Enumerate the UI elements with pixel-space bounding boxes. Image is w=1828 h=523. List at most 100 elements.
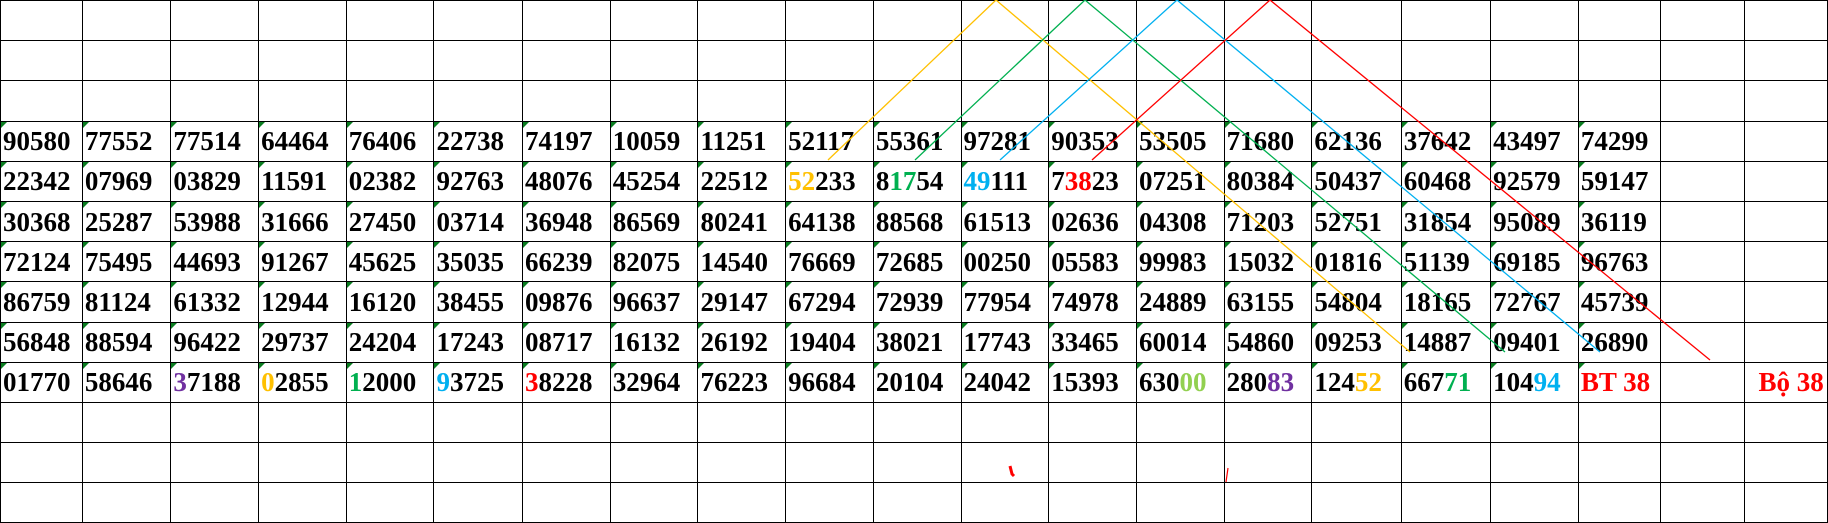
sheet-cell[interactable]: [609, 0, 699, 42]
sheet-cell[interactable]: [1743, 401, 1828, 444]
sheet-cell[interactable]: 31666: [258, 200, 347, 243]
sheet-cell[interactable]: 37642: [1400, 120, 1492, 162]
sheet-cell[interactable]: 16132: [609, 321, 699, 363]
sheet-cell[interactable]: [522, 401, 611, 444]
sheet-cell[interactable]: 44693: [170, 241, 260, 283]
sheet-cell[interactable]: [81, 0, 172, 42]
sheet-cell[interactable]: [1490, 0, 1579, 42]
sheet-cell[interactable]: 04308: [1135, 200, 1225, 243]
sheet-cell[interactable]: [522, 442, 611, 484]
sheet-cell[interactable]: 33465: [1048, 321, 1137, 363]
sheet-cell[interactable]: [697, 80, 787, 122]
sheet-cell[interactable]: 00250: [960, 241, 1050, 283]
sheet-cell[interactable]: [1135, 0, 1225, 42]
sheet-cell[interactable]: [960, 40, 1050, 82]
sheet-cell[interactable]: 61513: [960, 200, 1050, 243]
sheet-cell[interactable]: [1659, 241, 1745, 283]
sheet-cell[interactable]: [1577, 442, 1661, 484]
sheet-cell[interactable]: 72124: [0, 241, 83, 283]
sheet-cell[interactable]: [960, 442, 1050, 484]
sheet-cell[interactable]: 52117: [785, 120, 874, 162]
sheet-cell[interactable]: Bộ 38: [1743, 361, 1828, 403]
sheet-cell[interactable]: 26192: [697, 321, 787, 363]
sheet-cell[interactable]: [81, 442, 172, 484]
sheet-cell[interactable]: [872, 401, 962, 444]
sheet-cell[interactable]: BT 38: [1577, 361, 1661, 403]
sheet-cell[interactable]: 54860: [1223, 321, 1313, 363]
sheet-cell[interactable]: [1659, 0, 1745, 42]
sheet-cell[interactable]: 02382: [345, 160, 435, 202]
sheet-cell[interactable]: [1659, 120, 1745, 162]
sheet-cell[interactable]: [609, 401, 699, 444]
sheet-cell[interactable]: 24889: [1135, 281, 1225, 323]
sheet-cell[interactable]: 01770: [0, 361, 83, 403]
sheet-cell[interactable]: 28083: [1223, 361, 1313, 403]
sheet-cell[interactable]: [697, 0, 787, 42]
sheet-cell[interactable]: 92579: [1490, 160, 1579, 202]
sheet-cell[interactable]: 58646: [81, 361, 172, 403]
sheet-cell[interactable]: [0, 40, 83, 82]
sheet-cell[interactable]: 22342: [0, 160, 83, 202]
sheet-cell[interactable]: 71680: [1223, 120, 1313, 162]
sheet-cell[interactable]: [1311, 80, 1402, 122]
sheet-cell[interactable]: 88568: [872, 200, 962, 243]
sheet-cell[interactable]: [1048, 442, 1137, 484]
sheet-cell[interactable]: [1400, 40, 1492, 82]
sheet-cell[interactable]: 60468: [1400, 160, 1492, 202]
sheet-cell[interactable]: 11251: [697, 120, 787, 162]
sheet-cell[interactable]: 59147: [1577, 160, 1661, 202]
sheet-cell[interactable]: [1743, 442, 1828, 484]
sheet-cell[interactable]: [1743, 160, 1828, 202]
sheet-cell[interactable]: [697, 442, 787, 484]
sheet-cell[interactable]: [1400, 442, 1492, 484]
sheet-cell[interactable]: 69185: [1490, 241, 1579, 283]
sheet-cell[interactable]: 93725: [433, 361, 524, 403]
sheet-cell[interactable]: [1659, 321, 1745, 363]
sheet-cell[interactable]: 14540: [697, 241, 787, 283]
sheet-cell[interactable]: 64138: [785, 200, 874, 243]
sheet-cell[interactable]: [872, 40, 962, 82]
sheet-cell[interactable]: 45625: [345, 241, 435, 283]
sheet-cell[interactable]: [81, 80, 172, 122]
sheet-cell[interactable]: [170, 40, 260, 82]
sheet-cell[interactable]: 16120: [345, 281, 435, 323]
sheet-cell[interactable]: [1048, 80, 1137, 122]
sheet-cell[interactable]: [1223, 401, 1313, 444]
sheet-cell[interactable]: 82075: [609, 241, 699, 283]
sheet-cell[interactable]: [345, 80, 435, 122]
sheet-cell[interactable]: [1743, 281, 1828, 323]
sheet-cell[interactable]: 01816: [1311, 241, 1402, 283]
sheet-cell[interactable]: [345, 40, 435, 82]
sheet-cell[interactable]: [960, 80, 1050, 122]
sheet-cell[interactable]: [1311, 401, 1402, 444]
sheet-cell[interactable]: 72685: [872, 241, 962, 283]
sheet-cell[interactable]: [1743, 321, 1828, 363]
sheet-cell[interactable]: 62136: [1311, 120, 1402, 162]
sheet-cell[interactable]: [1743, 241, 1828, 283]
sheet-cell[interactable]: [609, 80, 699, 122]
sheet-cell[interactable]: 56848: [0, 321, 83, 363]
sheet-cell[interactable]: 22738: [433, 120, 524, 162]
sheet-cell[interactable]: [960, 0, 1050, 42]
sheet-cell[interactable]: [1135, 80, 1225, 122]
sheet-cell[interactable]: 77954: [960, 281, 1050, 323]
sheet-cell[interactable]: 76406: [345, 120, 435, 162]
sheet-cell[interactable]: 31854: [1400, 200, 1492, 243]
sheet-cell[interactable]: 86569: [609, 200, 699, 243]
sheet-cell[interactable]: [697, 401, 787, 444]
sheet-cell[interactable]: 63000: [1135, 361, 1225, 403]
sheet-cell[interactable]: [1311, 0, 1402, 42]
sheet-cell[interactable]: 86759: [0, 281, 83, 323]
sheet-cell[interactable]: 19404: [785, 321, 874, 363]
sheet-cell[interactable]: 45254: [609, 160, 699, 202]
sheet-cell[interactable]: 09401: [1490, 321, 1579, 363]
sheet-cell[interactable]: [522, 80, 611, 122]
sheet-cell[interactable]: 77514: [170, 120, 260, 162]
sheet-cell[interactable]: 17243: [433, 321, 524, 363]
sheet-cell[interactable]: [433, 0, 524, 42]
sheet-cell[interactable]: [1490, 401, 1579, 444]
sheet-cell[interactable]: 14887: [1400, 321, 1492, 363]
sheet-cell[interactable]: 49111: [960, 160, 1050, 202]
sheet-cell[interactable]: 61332: [170, 281, 260, 323]
sheet-cell[interactable]: 36119: [1577, 200, 1661, 243]
